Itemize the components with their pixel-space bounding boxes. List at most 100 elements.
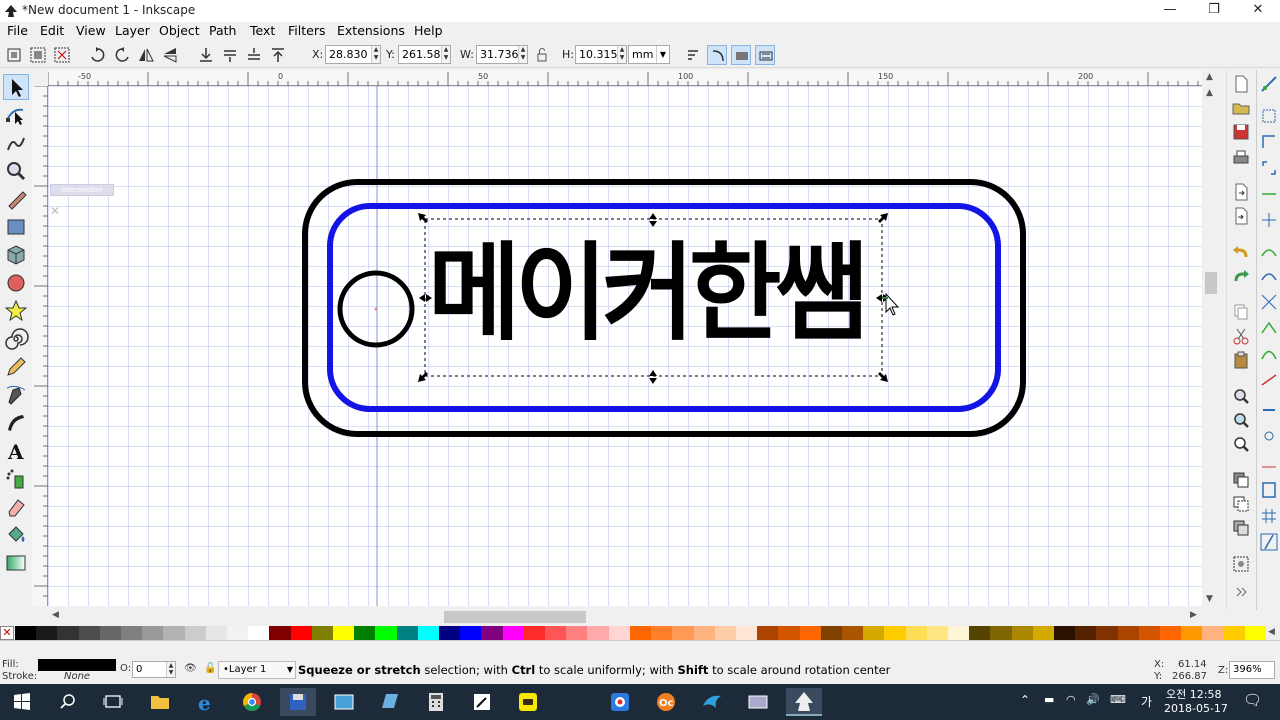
close-button[interactable]: ✕ (1236, 0, 1280, 22)
palette-swatch[interactable] (375, 626, 398, 640)
palette-swatch[interactable] (820, 626, 843, 640)
palette-swatch[interactable] (15, 626, 37, 640)
scroll-up-icon[interactable]: ▲ (1206, 88, 1213, 98)
palette-swatch[interactable] (778, 626, 801, 640)
palette-swatch[interactable] (841, 626, 864, 640)
snap-paths-icon[interactable] (1259, 266, 1279, 286)
vertical-scrollbar[interactable]: ▲ ▲ ▼ (1202, 70, 1220, 610)
record-app-icon[interactable] (602, 688, 638, 716)
stroke-indicator[interactable]: None (64, 671, 90, 682)
menu-help[interactable]: Help (414, 23, 443, 38)
menu-path[interactable]: Path (209, 23, 236, 38)
snap-cusp-icon[interactable] (1259, 318, 1279, 338)
menu-object[interactable]: Object (159, 23, 200, 38)
palette-swatch[interactable] (248, 626, 270, 640)
palette-swatch[interactable] (1138, 626, 1161, 640)
move-gradients-icon[interactable] (731, 45, 751, 65)
edge-browser-icon[interactable]: e (188, 688, 224, 716)
zoom-tool-icon[interactable] (3, 158, 29, 184)
scale-radii-icon[interactable] (707, 45, 727, 65)
select-original-icon[interactable] (1231, 554, 1251, 574)
palette-swatch[interactable] (1244, 626, 1267, 640)
clock-date[interactable]: 2018-05-17 (1164, 702, 1228, 715)
3d-box-tool-icon[interactable] (3, 242, 29, 268)
palette-swatch[interactable] (608, 626, 631, 640)
export-icon[interactable] (1231, 206, 1251, 226)
network-app-icon[interactable] (740, 688, 776, 716)
drawing-canvas[interactable]: 메이커한쌤 Intersection ✕ (48, 86, 1202, 606)
palette-swatch[interactable] (142, 626, 164, 640)
pencil-tool-icon[interactable] (3, 354, 29, 380)
task-view-icon[interactable] (95, 688, 131, 716)
redo-icon[interactable] (1231, 266, 1251, 286)
layer-select[interactable]: •Layer 1 ▼ (218, 661, 296, 679)
no-paint-swatch[interactable]: ✕ (0, 626, 14, 640)
snap-line-midpoints-icon[interactable] (1259, 370, 1279, 390)
select-all-button[interactable] (4, 45, 24, 65)
unlink-clone-icon[interactable] (1231, 518, 1251, 538)
ime-indicator[interactable]: 가 (1141, 693, 1152, 710)
save-icon[interactable] (1231, 122, 1251, 142)
chrome-icon[interactable] (234, 688, 270, 716)
node-tool-icon[interactable] (3, 102, 29, 128)
palette-swatch[interactable] (757, 626, 779, 640)
snap-text-baseline-icon[interactable] (1259, 452, 1279, 472)
cut-icon[interactable] (1231, 326, 1251, 346)
menu-layer[interactable]: Layer (115, 23, 150, 38)
palette-swatch[interactable] (566, 626, 588, 640)
scroll-left-icon[interactable]: ◀ (52, 610, 59, 620)
print-icon[interactable] (1231, 148, 1251, 168)
bucket-tool-icon[interactable] (3, 522, 29, 548)
palette-swatch[interactable] (651, 626, 673, 640)
palette-swatch[interactable] (905, 626, 928, 640)
palette-swatch[interactable] (1202, 626, 1225, 640)
save-app-icon[interactable] (280, 688, 316, 716)
palette-swatch[interactable] (1053, 626, 1076, 640)
palette-swatch[interactable] (396, 626, 419, 640)
rotate-cw-icon[interactable] (112, 45, 132, 65)
vertical-ruler[interactable] (32, 85, 48, 606)
layer-lock-icon[interactable]: 🔓 (204, 663, 216, 674)
menu-filters[interactable]: Filters (288, 23, 325, 38)
palette-swatch[interactable] (735, 626, 758, 640)
spiral-tool-icon[interactable] (3, 326, 29, 352)
notes-app-icon[interactable] (372, 688, 408, 716)
file-explorer-icon[interactable] (142, 688, 178, 716)
volume-icon[interactable]: 🔊 (1086, 693, 1100, 706)
zoom-selection-icon[interactable] (1231, 386, 1251, 406)
palette-swatch[interactable] (269, 626, 292, 640)
move-patterns-icon[interactable] (755, 45, 775, 65)
scroll-up-arrow-icon[interactable]: ▲ (1206, 72, 1213, 82)
lower-icon[interactable] (220, 45, 240, 65)
palette-swatch[interactable] (947, 626, 970, 640)
calligraphy-tool-icon[interactable] (3, 410, 29, 436)
spray-tool-icon[interactable] (3, 466, 29, 492)
raise-to-top-icon[interactable] (268, 45, 288, 65)
scroll-right-icon[interactable]: ▶ (1190, 610, 1197, 620)
lock-proportions-icon[interactable] (532, 45, 552, 65)
palette-swatch[interactable] (1117, 626, 1140, 640)
snap-bbox-corners-icon[interactable] (1259, 158, 1279, 178)
palette-swatch[interactable] (863, 626, 885, 640)
snap-guides-icon[interactable] (1259, 532, 1279, 552)
raise-icon[interactable] (244, 45, 264, 65)
deselect-button[interactable] (52, 45, 72, 65)
eraser-tool-icon[interactable] (3, 494, 29, 520)
palette-swatch[interactable] (439, 626, 461, 640)
x-input[interactable]: 28.830 ▲ ▼ (325, 45, 381, 64)
scale-stroke-icon[interactable] (683, 45, 703, 65)
palette-swatch[interactable] (184, 626, 207, 640)
rectangle-tool-icon[interactable] (3, 214, 29, 240)
import-icon[interactable] (1231, 182, 1251, 202)
snap-bbox-icon[interactable] (1259, 106, 1279, 126)
snap-midpoints-icon[interactable] (1259, 184, 1279, 204)
palette-swatch[interactable] (1011, 626, 1034, 640)
palette-swatch[interactable] (163, 626, 186, 640)
palette-swatch[interactable] (354, 626, 376, 640)
snap-intersections-icon[interactable] (1259, 292, 1279, 312)
palette-swatch[interactable] (78, 626, 101, 640)
unit-select[interactable]: mm ▼ (628, 45, 670, 64)
vertical-scroll-thumb[interactable] (1205, 272, 1217, 294)
palette-swatch[interactable] (417, 626, 440, 640)
palette-swatch[interactable] (587, 626, 610, 640)
